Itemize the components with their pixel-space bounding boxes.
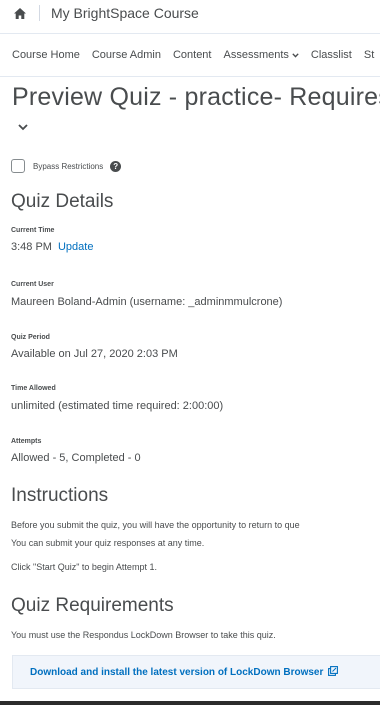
instructions-line-1: Before you submit the quiz, you will hav…	[11, 520, 300, 530]
download-link-label: Download and install the latest version …	[30, 667, 324, 678]
quiz-period-label: Quiz Period	[11, 334, 50, 341]
course-navbar: Course Home Course Admin Content Assessm…	[0, 34, 380, 76]
bypass-restrictions: Bypass Restrictions ?	[11, 159, 122, 173]
time-allowed-label: Time Allowed	[11, 385, 56, 392]
instructions-line-2: You can submit your quiz responses at an…	[11, 538, 205, 548]
chevron-down-icon	[292, 49, 299, 61]
current-time-row: 3:48 PM Update	[11, 241, 93, 253]
current-user-label: Current User	[11, 281, 54, 288]
update-link[interactable]: Update	[58, 241, 93, 253]
attempts-label: Attempts	[11, 438, 42, 445]
top-header: My BrightSpace Course	[0, 0, 380, 26]
bypass-checkbox[interactable]	[11, 159, 25, 173]
instructions-line-3: Click "Start Quiz" to begin Attempt 1.	[11, 562, 157, 572]
taskbar-strip	[0, 701, 380, 705]
current-time-label: Current Time	[11, 227, 55, 234]
course-title[interactable]: My BrightSpace Course	[51, 5, 199, 21]
header-divider	[39, 5, 40, 21]
page-title: Preview Quiz - practice- Requires R	[12, 83, 380, 111]
time-allowed-value: unlimited (estimated time required: 2:00…	[11, 400, 224, 412]
quiz-details-heading: Quiz Details	[11, 191, 114, 212]
nav-assessments-label: Assessments	[223, 49, 289, 61]
current-time-value: 3:48 PM	[11, 241, 52, 253]
instructions-heading: Instructions	[11, 485, 109, 506]
nav-st[interactable]: St	[364, 49, 374, 61]
nav-separator	[0, 76, 380, 77]
download-panel: Download and install the latest version …	[12, 655, 380, 689]
current-user-value: Maureen Boland-Admin (username: _adminmm…	[11, 296, 283, 308]
question-circle-icon[interactable]: ?	[110, 160, 122, 172]
nav-classlist[interactable]: Classlist	[311, 49, 352, 61]
page: My BrightSpace Course Course Home Course…	[0, 0, 380, 705]
attempts-value: Allowed - 5, Completed - 0	[11, 452, 141, 464]
nav-course-admin[interactable]: Course Admin	[92, 49, 161, 61]
nav-assessments[interactable]: Assessments	[223, 49, 299, 61]
quiz-requirements-heading: Quiz Requirements	[11, 595, 174, 616]
nav-content[interactable]: Content	[173, 49, 212, 61]
bypass-label[interactable]: Bypass Restrictions	[33, 162, 103, 171]
nav-course-home[interactable]: Course Home	[12, 49, 80, 61]
requirements-text: You must use the Respondus LockDown Brow…	[11, 630, 276, 640]
download-lockdown-link[interactable]: Download and install the latest version …	[30, 666, 339, 679]
quiz-period-value: Available on Jul 27, 2020 2:03 PM	[11, 348, 178, 360]
home-icon[interactable]	[9, 2, 31, 24]
chevron-down-icon[interactable]	[18, 118, 28, 136]
external-link-icon	[328, 666, 339, 679]
